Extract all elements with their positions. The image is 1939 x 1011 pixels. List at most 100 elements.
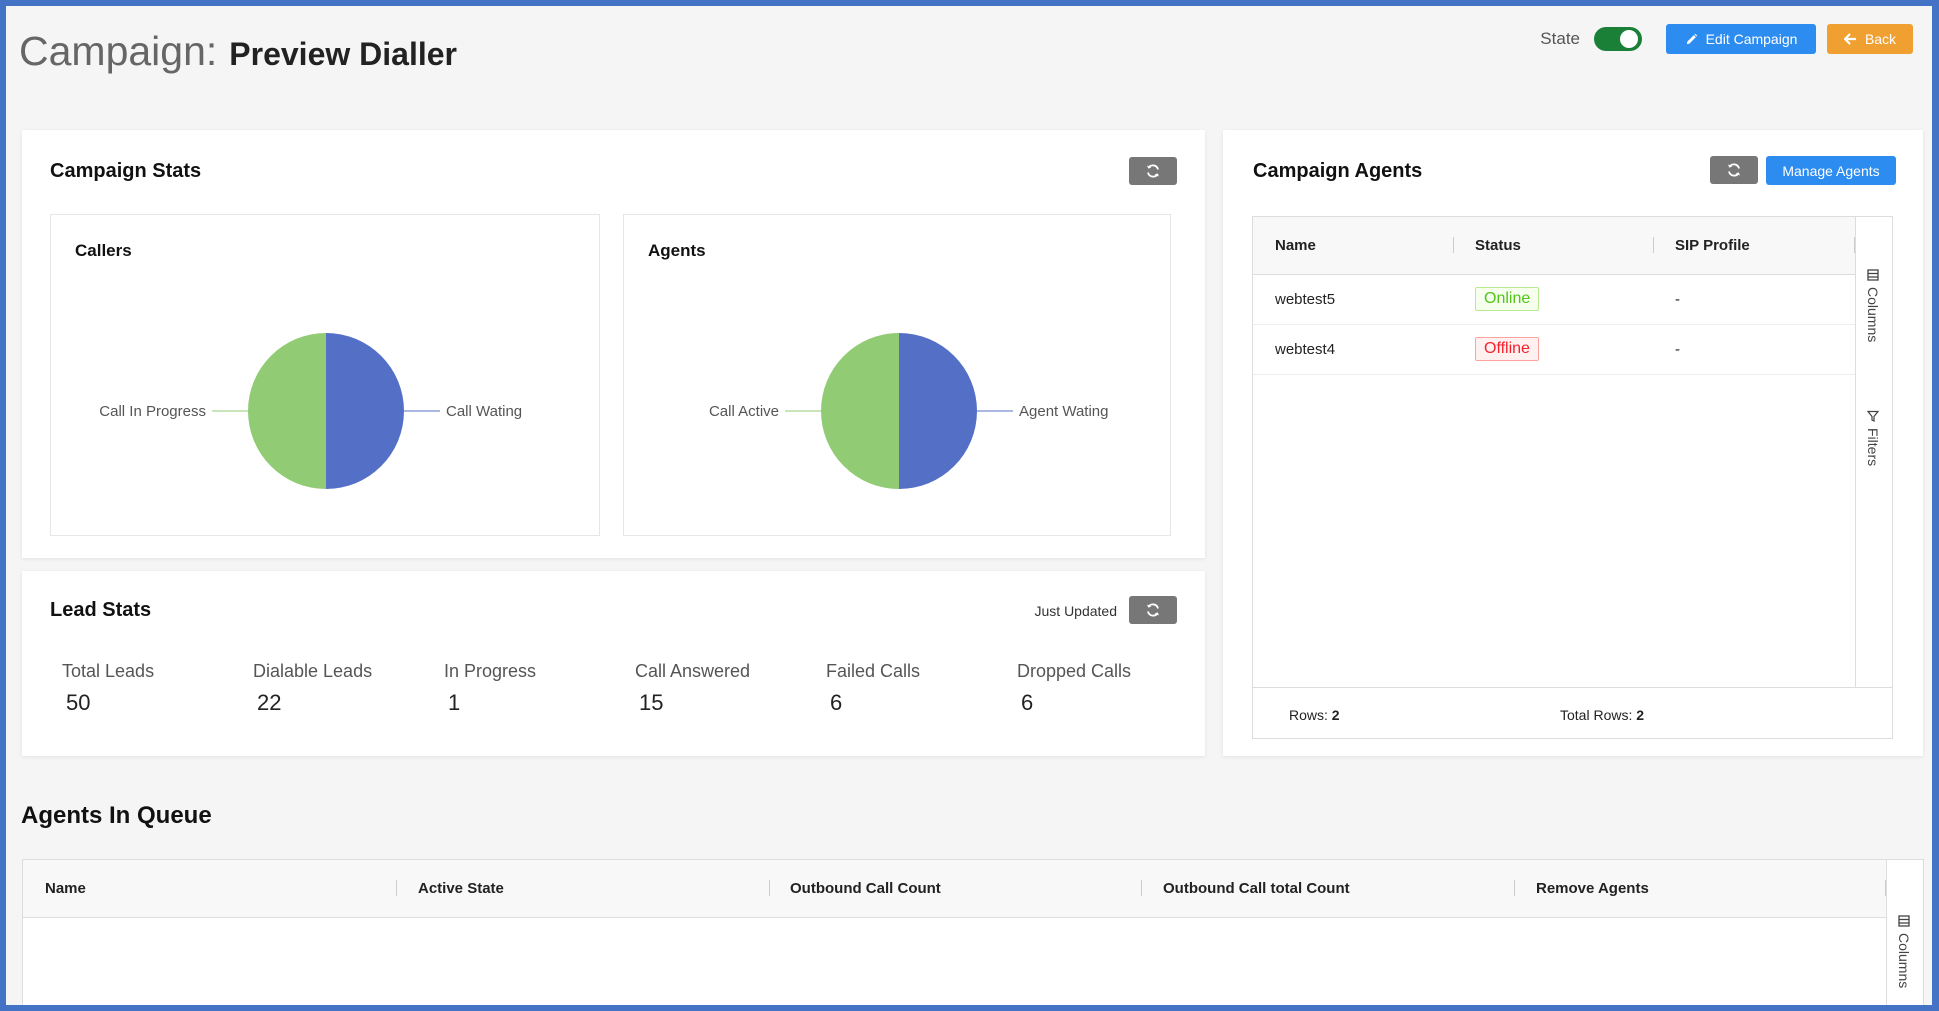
pie-slice[interactable] <box>248 333 326 489</box>
columns-tab[interactable]: Columns <box>1896 915 1912 988</box>
queue-grid-header: Name Active State Outbound Call Count Ou… <box>23 860 1887 918</box>
column-header-sip-profile[interactable]: SIP Profile <box>1675 237 1750 254</box>
toggle-knob <box>1620 30 1638 48</box>
rows-value: 2 <box>1331 707 1340 723</box>
stat-label: Call Answered <box>635 661 751 681</box>
table-row[interactable]: webtest4 Offline - <box>1253 325 1856 375</box>
columns-icon <box>1898 915 1910 927</box>
sip-profile: - <box>1675 341 1680 358</box>
callers-chart: Callers Call Wating Call In Progress <box>50 214 600 536</box>
campaign-agents-card: Campaign Agents Manage Agents Name Statu… <box>1223 130 1923 756</box>
queue-side-bar: Columns <box>1886 860 1923 1005</box>
manage-agents-button[interactable]: Manage Agents <box>1766 156 1896 185</box>
filter-icon <box>1867 410 1879 422</box>
grid-footer: Rows: 2 Total Rows: 2 <box>1253 687 1892 739</box>
stats-refresh-button[interactable] <box>1129 157 1177 185</box>
stat-label: Dropped Calls <box>1017 661 1132 681</box>
stat-value: 15 <box>639 690 664 715</box>
state-toggle[interactable] <box>1594 27 1642 51</box>
column-header-name[interactable]: Name <box>45 880 86 897</box>
column-header-status[interactable]: Status <box>1475 237 1521 254</box>
header-actions: State Edit Campaign Back <box>1540 24 1913 54</box>
agents-in-queue-grid: Name Active State Outbound Call Count Ou… <box>22 859 1924 1005</box>
page-title-prefix: Campaign: <box>19 28 218 74</box>
campaign-stats-title: Campaign Stats <box>50 160 202 182</box>
total-rows-value: 2 <box>1636 707 1645 723</box>
table-row[interactable]: webtest5 Online - <box>1253 275 1856 325</box>
stat-value: 22 <box>257 690 282 715</box>
total-rows-count: Total Rows: 2 <box>1560 707 1644 723</box>
agents-pie-svg: Agent Wating Call Active <box>709 333 1109 489</box>
stat-total-leads: Total Leads 50 <box>62 661 154 716</box>
campaign-name: Preview Dialler <box>229 36 457 72</box>
stat-dialable-leads: Dialable Leads 22 <box>253 661 372 716</box>
edit-campaign-button[interactable]: Edit Campaign <box>1666 24 1816 54</box>
total-rows-label: Total Rows: <box>1560 707 1633 723</box>
columns-icon <box>1867 269 1879 281</box>
campaign-agents-title: Campaign Agents <box>1253 160 1423 182</box>
column-header-outbound-call-count[interactable]: Outbound Call Count <box>790 880 941 897</box>
refresh-icon <box>1147 164 1159 178</box>
pie-slice-label: Call In Progress <box>99 403 206 420</box>
agents-refresh-button[interactable] <box>1710 156 1758 184</box>
stat-value: 6 <box>1021 690 1034 715</box>
stat-call-answered: Call Answered 15 <box>635 661 750 716</box>
pie-slice[interactable] <box>821 333 899 489</box>
stat-value: 50 <box>66 690 91 715</box>
stat-label: Total Leads <box>62 661 155 681</box>
refresh-icon <box>1728 163 1740 177</box>
agents-grid: Name Status SIP Profile webtest5 Online … <box>1252 216 1893 739</box>
stat-label: In Progress <box>444 661 537 681</box>
lead-refresh-button[interactable] <box>1129 596 1177 624</box>
stat-failed-calls: Failed Calls 6 <box>826 661 920 716</box>
pie-slice[interactable] <box>326 333 404 489</box>
stat-value: 6 <box>830 690 843 715</box>
pie-slice[interactable] <box>899 333 977 489</box>
column-header-active-state[interactable]: Active State <box>418 880 504 897</box>
page-title: Campaign: Preview Dialler <box>19 28 457 75</box>
columns-tab-label: Columns <box>1865 287 1881 343</box>
arrow-left-icon <box>1843 33 1856 45</box>
status-badge: Online <box>1475 287 1540 311</box>
agents-chart: Agents Agent Wating Call Active <box>623 214 1171 536</box>
column-header-outbound-call-total-count[interactable]: Outbound Call total Count <box>1163 880 1350 897</box>
stat-label: Failed Calls <box>826 661 921 681</box>
grid-side-bar: Columns Filters <box>1855 217 1892 687</box>
agent-name: webtest5 <box>1275 291 1336 308</box>
rows-label: Rows: <box>1289 707 1328 723</box>
column-separator[interactable] <box>1453 237 1454 253</box>
filters-tab[interactable]: Filters <box>1865 410 1881 466</box>
lead-stats-card: Lead Stats Just Updated Total Leads 50 D… <box>22 571 1205 756</box>
agents-in-queue-title: Agents In Queue <box>21 802 212 829</box>
state-label: State <box>1540 29 1580 48</box>
pie-slice-label: Call Wating <box>446 403 522 420</box>
lead-stats-title: Lead Stats <box>50 599 152 621</box>
status-badge: Offline <box>1475 337 1539 361</box>
refresh-icon <box>1147 603 1159 617</box>
column-separator[interactable] <box>769 880 770 896</box>
stat-dropped-calls: Dropped Calls 6 <box>1017 661 1131 716</box>
column-header-remove-agents[interactable]: Remove Agents <box>1536 880 1649 897</box>
column-separator[interactable] <box>396 880 397 896</box>
back-button[interactable]: Back <box>1827 24 1913 54</box>
pencil-icon <box>1686 33 1697 44</box>
updated-status: Just Updated <box>1034 603 1118 619</box>
column-separator[interactable] <box>1514 880 1515 896</box>
column-separator[interactable] <box>1653 237 1654 253</box>
callers-pie-svg: Call Wating Call In Progress <box>99 333 522 489</box>
manage-agents-label: Manage Agents <box>1782 162 1880 179</box>
pie-slice-label: Agent Wating <box>1019 403 1109 420</box>
sip-profile: - <box>1675 291 1680 308</box>
filters-tab-label: Filters <box>1865 428 1881 467</box>
agents-grid-header: Name Status SIP Profile <box>1253 217 1856 275</box>
columns-tab[interactable]: Columns <box>1865 269 1881 342</box>
rows-count: Rows: 2 <box>1289 707 1340 723</box>
column-header-name[interactable]: Name <box>1275 237 1316 254</box>
agent-name: webtest4 <box>1275 341 1336 358</box>
page-frame: Campaign: Preview Dialler State Edit Cam… <box>6 6 1932 1005</box>
stat-label: Dialable Leads <box>253 661 373 681</box>
back-label: Back <box>1864 31 1897 47</box>
column-separator[interactable] <box>1141 880 1142 896</box>
pie-slice-label: Call Active <box>709 403 779 420</box>
edit-campaign-label: Edit Campaign <box>1705 31 1798 47</box>
